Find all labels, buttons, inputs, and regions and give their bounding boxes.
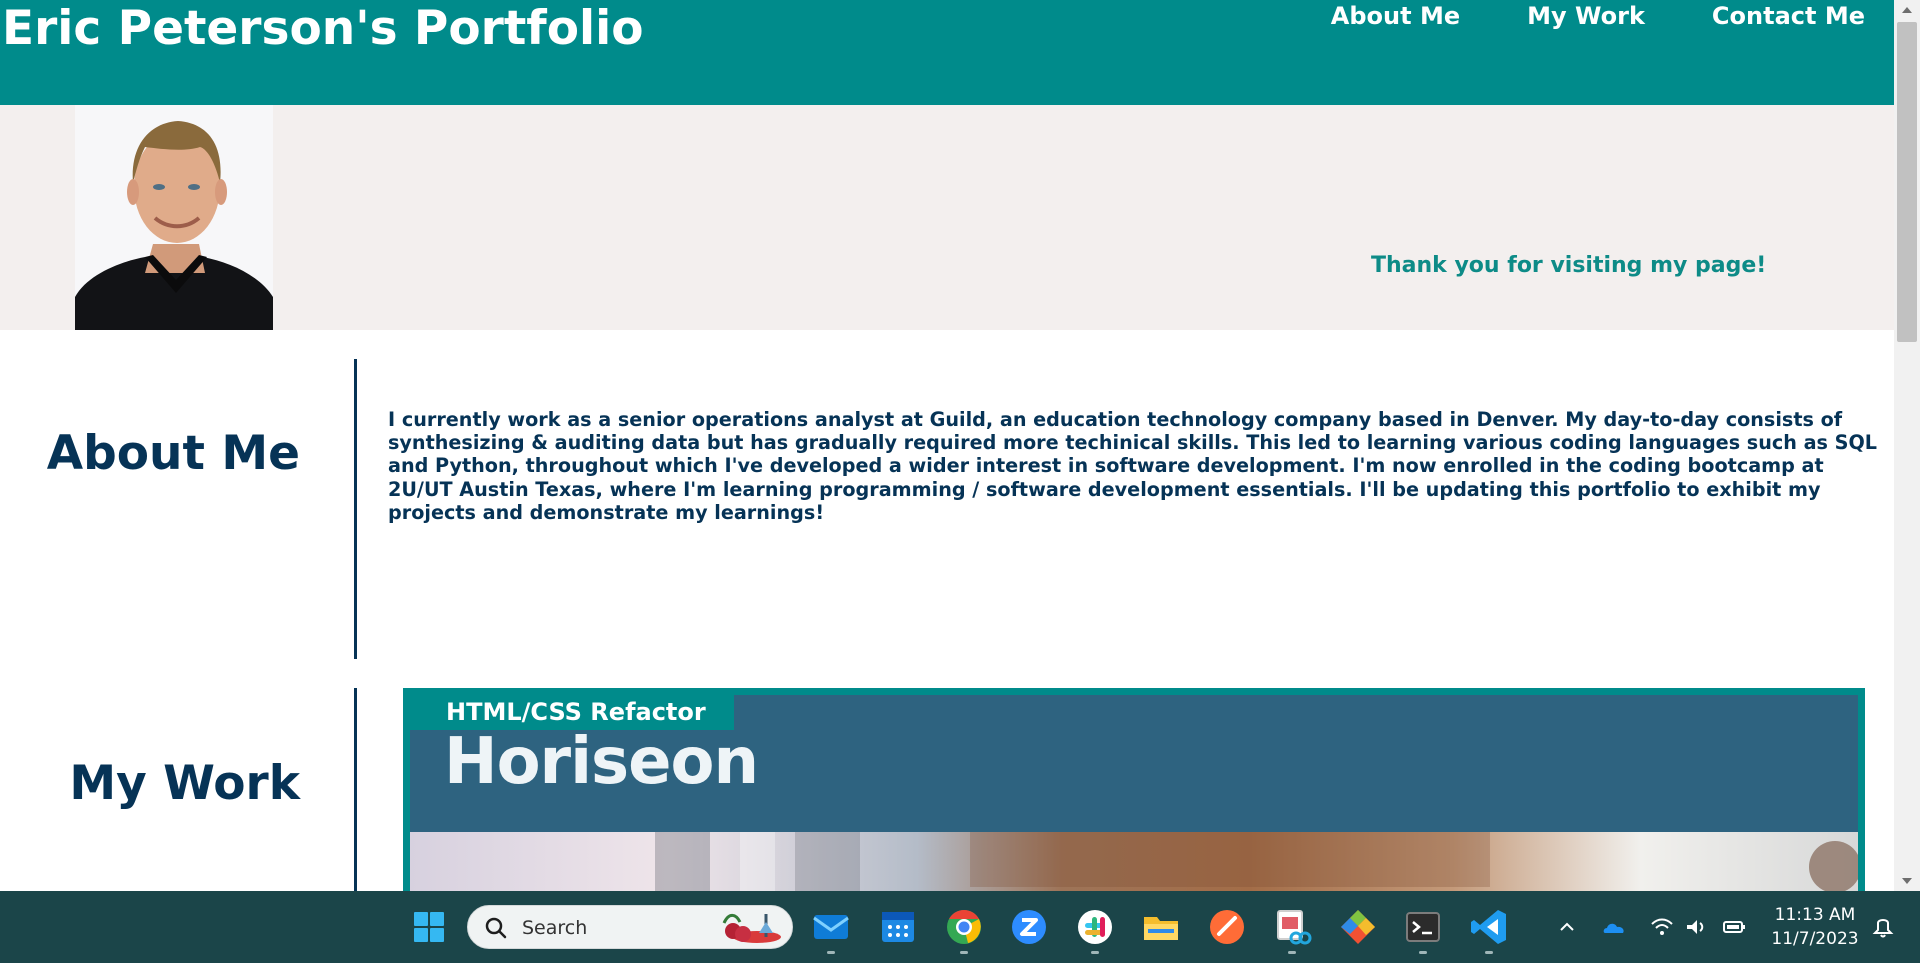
- mail-running-indicator: [827, 951, 835, 954]
- search-label: Search: [522, 917, 588, 939]
- browser-viewport: Eric Peterson's Portfolio About Me My Wo…: [0, 0, 1894, 891]
- site-title: Eric Peterson's Portfolio: [2, 1, 644, 56]
- mail-icon[interactable]: [809, 905, 853, 949]
- work-divider: [354, 688, 357, 891]
- hero-banner: Thank you for visiting my page!: [0, 105, 1894, 330]
- terminal-icon[interactable]: [1401, 905, 1445, 949]
- zoom-icon[interactable]: [1007, 905, 1051, 949]
- taskbar-search[interactable]: Search: [467, 905, 793, 949]
- main-nav: About Me My Work Contact Me: [1331, 2, 1865, 30]
- about-divider: [354, 359, 357, 659]
- start-icon[interactable]: [407, 905, 451, 949]
- clock-time: 11:13 AM: [1774, 905, 1856, 925]
- postman-icon[interactable]: [1205, 905, 1249, 949]
- project-brand: Horiseon: [444, 725, 759, 799]
- project-screenshot-image: [410, 832, 1858, 891]
- search-highlight-icon: [722, 913, 781, 943]
- file-explorer-icon[interactable]: [1139, 905, 1183, 949]
- vscode-icon[interactable]: [1467, 905, 1511, 949]
- onedrive-icon[interactable]: [1600, 915, 1628, 939]
- scrollbar-thumb[interactable]: [1897, 22, 1917, 342]
- vscode-running-indicator: [1485, 951, 1493, 954]
- scroll-up-icon[interactable]: [1894, 0, 1920, 20]
- search-icon: [485, 917, 507, 939]
- git-icon[interactable]: [1336, 905, 1380, 949]
- site-header: Eric Peterson's Portfolio About Me My Wo…: [0, 0, 1894, 105]
- about-me-text: I currently work as a senior operations …: [388, 408, 1877, 524]
- chrome-icon[interactable]: [942, 905, 986, 949]
- chrome-running-indicator: [960, 951, 968, 954]
- calendar-icon[interactable]: [876, 905, 920, 949]
- profile-photo: [75, 105, 273, 330]
- taskbar-clock[interactable]: 11:13 AM 11/7/2023: [1760, 903, 1870, 951]
- chevron-up-icon[interactable]: [1553, 915, 1581, 939]
- notifications-icon[interactable]: [1869, 915, 1897, 939]
- thanks-message: Thank you for visiting my page!: [1371, 253, 1767, 278]
- snipping-tool-running-indicator: [1288, 951, 1296, 954]
- wifi-icon[interactable]: [1648, 915, 1676, 939]
- volume-icon[interactable]: [1682, 915, 1710, 939]
- slack-icon[interactable]: [1073, 905, 1117, 949]
- nav-about-me[interactable]: About Me: [1331, 2, 1460, 30]
- nav-my-work[interactable]: My Work: [1527, 2, 1645, 30]
- battery-icon[interactable]: [1720, 915, 1748, 939]
- page-scrollbar[interactable]: [1894, 0, 1920, 891]
- scroll-down-icon[interactable]: [1894, 871, 1920, 891]
- nav-contact-me[interactable]: Contact Me: [1712, 2, 1865, 30]
- terminal-running-indicator: [1419, 951, 1427, 954]
- windows-taskbar: Search 11:13 AM 11/7/2023: [0, 891, 1920, 963]
- clock-date: 11/7/2023: [1771, 929, 1859, 949]
- project-card-horiseon[interactable]: HTML/CSS Refactor Horiseon: [403, 688, 1865, 891]
- my-work-heading: My Work: [69, 756, 300, 811]
- snipping-tool-icon[interactable]: [1270, 905, 1314, 949]
- about-me-heading: About Me: [46, 426, 300, 481]
- slack-running-indicator: [1091, 951, 1099, 954]
